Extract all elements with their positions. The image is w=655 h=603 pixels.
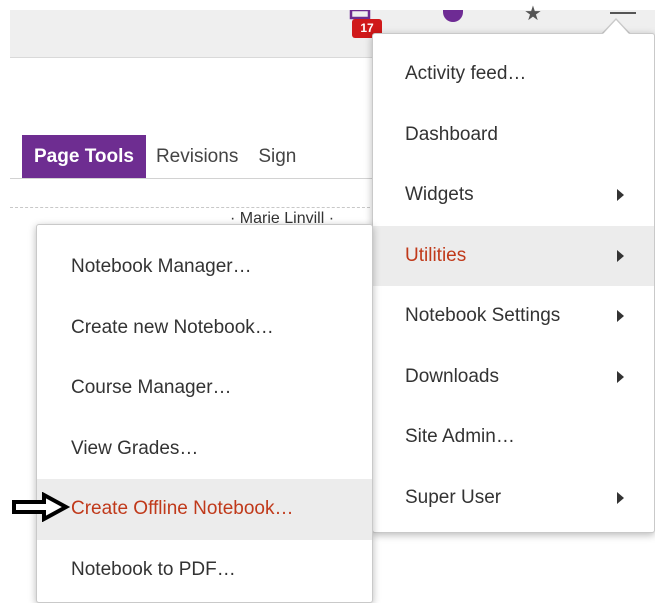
menu-item-widgets[interactable]: Widgets [373,165,654,226]
menu-item-site-admin[interactable]: Site Admin… [373,407,654,468]
page-tabs: Page Tools Revisions Sign [22,135,306,178]
tab-sign[interactable]: Sign [248,135,306,178]
menu-item-super-user[interactable]: Super User [373,468,654,529]
star-icon[interactable]: ★ [524,4,542,24]
menu-caret-fill [603,20,629,34]
dashed-divider [10,207,375,208]
menu-item-dashboard[interactable]: Dashboard [373,105,654,166]
main-dropdown-menu: Activity feed… Dashboard Widgets Utiliti… [372,33,655,533]
chevron-right-icon [617,189,624,201]
utilities-submenu: Notebook Manager… Create new Notebook… C… [36,224,373,603]
submenu-item-create-offline-notebook[interactable]: Create Offline Notebook… [37,479,372,540]
chevron-right-icon [617,370,624,383]
submenu-item-view-grades[interactable]: View Grades… [37,419,372,480]
pointer-arrow-icon [12,492,71,522]
tab-page-tools[interactable]: Page Tools [22,135,146,178]
menu-item-downloads[interactable]: Downloads [373,347,654,408]
menu-item-label: Site Admin… [405,426,515,447]
menu-item-label: Downloads [405,365,499,387]
chevron-right-icon [617,249,624,262]
user-icon[interactable] [610,12,636,14]
submenu-item-create-new-notebook[interactable]: Create new Notebook… [37,298,372,359]
purple-circle-icon[interactable] [443,10,463,22]
menu-item-label: Dashboard [405,123,498,145]
menu-item-label: Activity feed… [405,63,527,84]
menu-item-activity-feed[interactable]: Activity feed… [373,44,654,105]
chevron-right-icon [617,310,624,322]
menu-item-label: Widgets [405,184,474,205]
menu-item-notebook-settings[interactable]: Notebook Settings [373,286,654,347]
menu-item-label: Utilities [405,244,467,266]
menu-item-utilities[interactable]: Utilities [373,225,654,286]
chevron-right-icon [617,491,624,504]
menu-item-label: Super User [405,486,502,508]
submenu-item-notebook-to-pdf[interactable]: Notebook to PDF… [37,540,372,601]
menu-item-label: Notebook Settings [405,305,561,326]
submenu-item-notebook-manager[interactable]: Notebook Manager… [37,237,372,298]
tab-revisions[interactable]: Revisions [146,135,248,178]
submenu-item-course-manager[interactable]: Course Manager… [37,358,372,419]
tabs-divider [10,178,375,179]
